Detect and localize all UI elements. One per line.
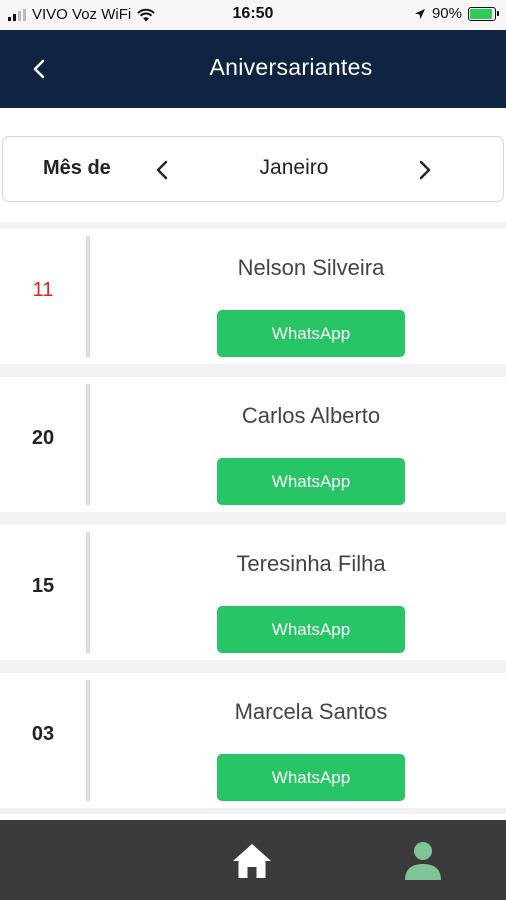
nav-home-button[interactable]: [230, 840, 274, 882]
birthday-day: 20: [31, 427, 55, 449]
chevron-right-icon: [419, 160, 431, 180]
location-arrow-icon: [414, 8, 425, 19]
whatsapp-button[interactable]: WhatsApp: [217, 754, 405, 801]
person-name: Marcela Santos: [234, 699, 388, 724]
whatsapp-button[interactable]: WhatsApp: [217, 606, 405, 653]
user-icon: [405, 842, 441, 880]
birthday-card: 03 Marcela Santos WhatsApp: [0, 673, 506, 808]
card-divider: [86, 680, 90, 801]
card-divider: [86, 532, 90, 653]
birthday-card: 20 Carlos Alberto WhatsApp: [0, 377, 506, 512]
chevron-left-icon: [156, 160, 168, 180]
card-divider: [86, 236, 90, 357]
month-selector: Mês de Janeiro: [2, 136, 504, 202]
battery-charging-icon: [468, 6, 499, 21]
previous-month-button[interactable]: [147, 155, 177, 185]
selected-month: Janeiro: [259, 156, 329, 179]
person-name: Carlos Alberto: [241, 403, 381, 428]
birthday-card: 11 Nelson Silveira WhatsApp: [0, 229, 506, 364]
birthday-list[interactable]: 11 Nelson Silveira WhatsApp 20 Carlos Al…: [0, 222, 506, 820]
person-name: Nelson Silveira: [237, 255, 385, 280]
birthday-day: 03: [31, 723, 55, 745]
status-right: 90%: [414, 5, 499, 22]
nav-profile-button[interactable]: [402, 840, 444, 882]
app-header: Aniversariantes: [0, 30, 506, 108]
whatsapp-button[interactable]: WhatsApp: [217, 458, 405, 505]
status-bar: VIVO Voz WiFi 16:50 90%: [0, 0, 506, 30]
next-month-button[interactable]: [410, 155, 440, 185]
person-name: Teresinha Filha: [236, 551, 386, 576]
birthday-day: 15: [31, 575, 55, 597]
whatsapp-button[interactable]: WhatsApp: [217, 310, 405, 357]
page-title: Aniversariantes: [209, 54, 373, 80]
bottom-nav: [0, 820, 506, 900]
birthday-card: 15 Teresinha Filha WhatsApp: [0, 525, 506, 660]
home-icon: [233, 844, 271, 878]
battery-percent: 90%: [431, 5, 462, 22]
month-label: Mês de: [43, 157, 111, 179]
birthday-day: 11: [32, 279, 54, 301]
card-divider: [86, 384, 90, 505]
